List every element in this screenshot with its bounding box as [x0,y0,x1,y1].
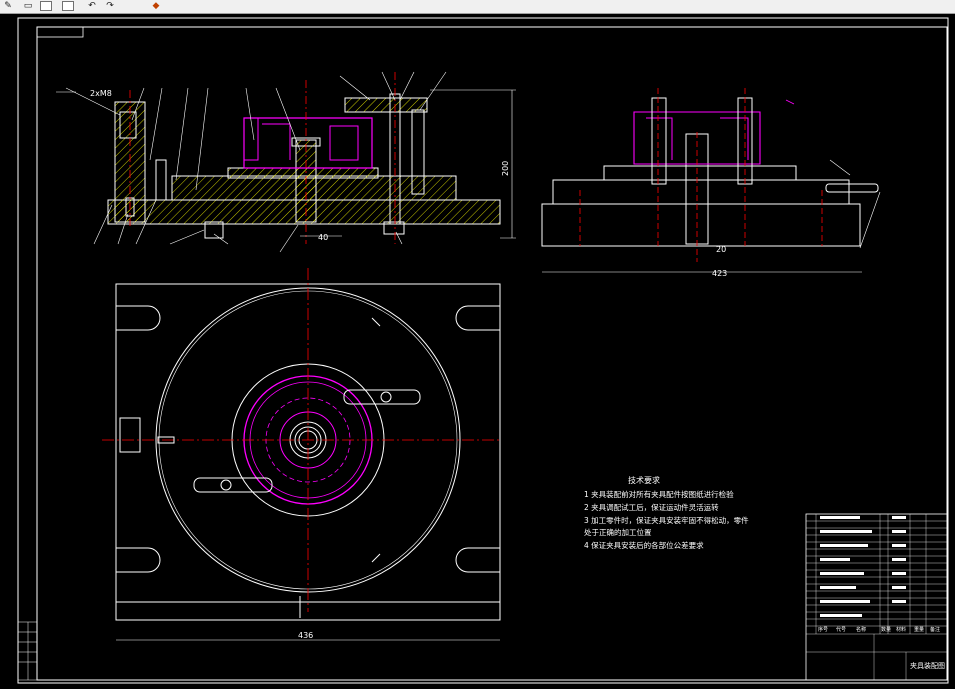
lower-clamp [193,477,273,493]
corner-box [36,26,84,38]
field2-icon[interactable] [62,1,74,11]
redo-icon[interactable]: ↷ [104,1,116,11]
cad-drawing: 200 40 2xM8 423 20 436 技术要求 1 夹具装配前对所有夹具… [17,17,949,684]
tech-item-4: 4 保证夹具安装后的各部位公差要求 [584,540,704,550]
tech-requirements: 技术要求 1 夹具装配前对所有夹具配件按图纸进行检验 2 夹具调配试工后，保证运… [584,475,749,550]
front-view: 200 40 2xM8 [56,71,516,253]
side-dim-small: 20 [716,245,726,254]
plan-view: 436 [102,268,501,641]
tech-item-2: 2 夹具调配试工后，保证运动件灵活运转 [584,502,719,512]
tb-header-remark: 备注 [930,626,940,633]
toolbar: ✎ ▭ ↶ ↷ ◆ [0,0,955,14]
tech-item-3b: 处于正确的加工位置 [584,527,652,537]
tech-item-3: 3 加工零件时，保证夹具安装牢固不得松动，零件 [584,515,749,525]
save-icon[interactable]: ▭ [22,1,34,11]
side-view: 423 20 [541,88,881,278]
side-dim-width: 423 [712,269,727,278]
revision-strip [17,621,38,681]
drawing-canvas[interactable]: 200 40 2xM8 423 20 436 技术要求 1 夹具装配前对所有夹具… [0,14,955,685]
dim-height: 200 [501,161,510,176]
tb-header-qty: 数量 [881,626,891,633]
plan-dim-width: 436 [298,631,313,640]
layers-icon[interactable]: ◆ [150,1,162,11]
side-base [541,203,861,247]
tb-header-weight: 重量 [914,626,924,633]
pencil-icon[interactable]: ✎ [2,1,14,11]
dim-width-small: 40 [318,233,328,242]
title-block: 序号 代号 名称 数量 材料 重量 备注 夹具装配图 [805,513,949,681]
tech-title: 技术要求 [628,475,660,485]
drawing-name: 夹具装配图 [910,661,945,670]
tech-item-1: 1 夹具装配前对所有夹具配件按图纸进行检验 [584,489,734,499]
tb-header-code: 代号 [836,626,846,633]
undo-icon[interactable]: ↶ [86,1,98,11]
locator-block [119,417,141,453]
tb-header-no: 序号 [818,626,828,633]
tb-header-material: 材料 [896,626,906,633]
tb-header-name: 名称 [856,626,866,633]
callout-label: 2xM8 [90,89,112,98]
field-icon[interactable] [40,1,52,11]
drawing-frame [17,17,949,684]
inner-frame [36,26,948,681]
